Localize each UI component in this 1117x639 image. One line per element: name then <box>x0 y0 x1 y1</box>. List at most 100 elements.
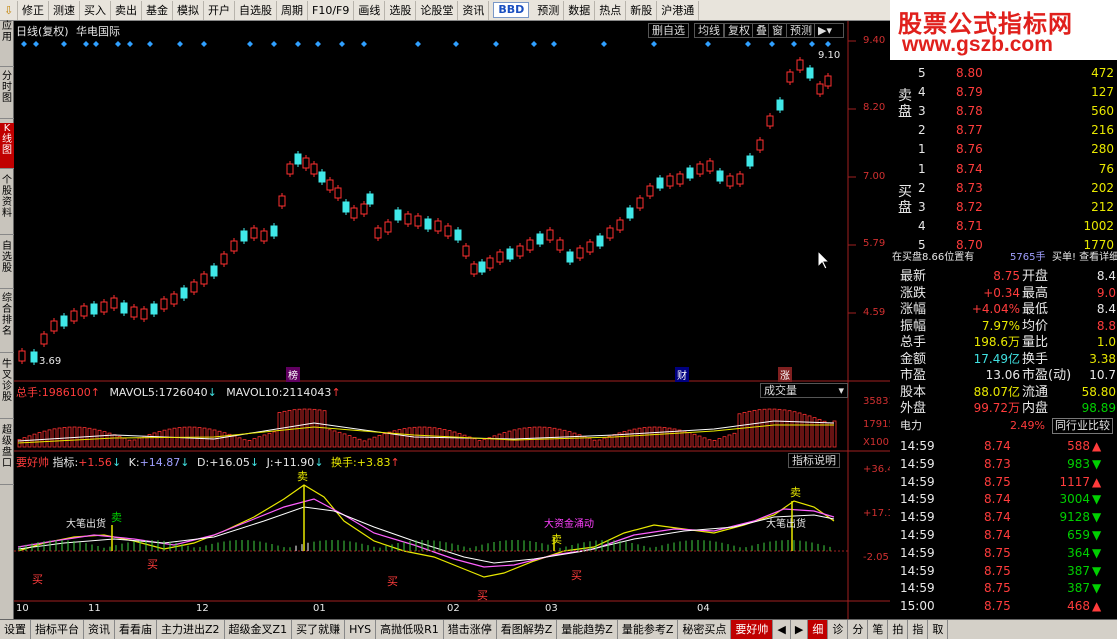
sell-level-5[interactable]: 5 8.80 472 <box>890 64 1117 83</box>
buy-level-2[interactable]: 2 8.73 202 <box>890 179 1117 198</box>
sell-level-4[interactable]: 4 8.79 127 <box>890 83 1117 102</box>
toolbar-item-buy[interactable]: 买入 <box>80 0 111 20</box>
bottom-tab[interactable]: 高抛低吸R1 <box>376 620 444 639</box>
sell-level-2[interactable]: 2 8.77 216 <box>890 121 1117 140</box>
window-button[interactable]: 窗 <box>768 23 787 38</box>
indicator-name[interactable]: 要好帅 <box>16 456 49 469</box>
bottom-tab[interactable]: 超级金叉Z1 <box>225 620 293 639</box>
tick-price: 8.75 <box>984 474 1011 489</box>
bottom-tab[interactable]: 看看庙 <box>115 620 157 639</box>
signal-diamond <box>651 41 657 47</box>
toolbar-item-news[interactable]: 资讯 <box>458 0 490 20</box>
level-number: 2 <box>918 123 926 137</box>
signal-diamond <box>809 41 815 47</box>
back-arrow-icon[interactable]: ⇩ <box>0 0 18 20</box>
toolbar-item-sell[interactable]: 卖出 <box>111 0 142 20</box>
stat-value: 8.4 <box>1096 269 1116 283</box>
indicator-help-button[interactable]: 指标说明 <box>788 453 840 468</box>
bottom-tab[interactable]: 细 <box>808 620 829 639</box>
left-tab-apps[interactable]: 应用 <box>0 21 14 67</box>
volume-header: 总手:1986100↑ MAVOL5:1726040↓ MAVOL10:2114… <box>16 384 341 400</box>
bottom-tab[interactable]: 指 <box>908 620 929 639</box>
bottom-tab[interactable]: 量能参考Z <box>618 620 679 639</box>
bottom-tab[interactable]: 指标平台 <box>31 620 84 639</box>
x-axis-label-01: 01 <box>313 603 326 614</box>
toolbar-item-data[interactable]: 数据 <box>564 0 596 20</box>
bottom-tab[interactable]: 分 <box>848 620 869 639</box>
bottom-tab[interactable]: 设置 <box>0 620 31 639</box>
volume-bar <box>477 440 482 448</box>
kline-chart-area[interactable]: 日线(复权) 华电国际 删自选 均线 复权 叠 窗 预测 ▶▾ 9.40 8.2… <box>14 21 900 619</box>
bottom-tab[interactable]: 看图解势Z <box>497 620 558 639</box>
toolbar-item-hk-connect[interactable]: 沪港通 <box>657 0 700 20</box>
toolbar-item-simulate[interactable]: 模拟 <box>173 0 204 20</box>
signal-diamond <box>201 41 207 47</box>
toolbar-item-hot[interactable]: 热点 <box>595 0 627 20</box>
industry-compare-button[interactable]: 同行业比较 <box>1052 418 1113 434</box>
kline-chart-canvas[interactable] <box>14 21 890 619</box>
marker-finance[interactable]: 财 <box>675 367 689 382</box>
remove-watch-button[interactable]: 删自选 <box>648 23 689 38</box>
toolbar-item-forecast[interactable]: 预测 <box>533 0 565 20</box>
volume-bar <box>402 428 407 448</box>
toolbar-item-bbd[interactable]: BBD <box>493 2 530 18</box>
toolbar-item-period[interactable]: 周期 <box>277 0 308 20</box>
bottom-tab[interactable]: 拍 <box>888 620 909 639</box>
toolbar-item-draw[interactable]: 画线 <box>354 0 386 20</box>
bottom-tab[interactable]: 要好帅 <box>731 620 774 639</box>
tab-scroll-left-icon[interactable]: ◀ <box>773 620 791 639</box>
volume-bar <box>62 427 67 448</box>
candle-body <box>414 215 422 227</box>
price-axis-1: 9.40 <box>863 35 886 46</box>
toolbar-item-forum[interactable]: 论股堂 <box>416 0 459 20</box>
candle-body <box>240 230 248 242</box>
toolbar-item-ipo[interactable]: 新股 <box>626 0 658 20</box>
marker-limit-up[interactable]: 涨 <box>778 367 792 382</box>
ma-button[interactable]: 均线 <box>694 23 724 38</box>
bottom-tab[interactable]: 买了就赚 <box>292 620 346 639</box>
bottom-tab[interactable]: 秘密买点 <box>678 620 732 639</box>
signal-sell-3: 卖 <box>551 533 562 546</box>
bottom-tab[interactable]: 量能趋势Z <box>557 620 618 639</box>
toolbar-item-pick-stock[interactable]: 选股 <box>385 0 417 20</box>
sell-level-3[interactable]: 3 8.78 560 <box>890 102 1117 121</box>
tick-time: 14:59 <box>900 563 935 578</box>
left-tab-ranking[interactable]: 综合排名 <box>0 293 14 353</box>
toolbar-item-open-account[interactable]: 开户 <box>204 0 235 20</box>
indicator-line-d <box>17 506 835 564</box>
down-arrow-icon: ↓ <box>111 456 122 469</box>
candle-body <box>250 227 258 239</box>
left-tab-level2[interactable]: 超级盘口 <box>0 425 14 485</box>
notice-detail-link[interactable]: 买单! 查看详细 <box>1052 250 1117 266</box>
left-tab-intraday[interactable]: 分时图 <box>0 71 14 119</box>
bottom-tab[interactable]: 笔 <box>868 620 889 639</box>
volume-indicator-select[interactable]: 成交量 ▾ <box>760 383 848 398</box>
adjust-button[interactable]: 复权 <box>724 23 754 38</box>
bottom-tab[interactable]: 资讯 <box>84 620 115 639</box>
toolbar-item-fix[interactable]: 修正 <box>18 0 49 20</box>
toolbar-item-speed[interactable]: 测速 <box>49 0 80 20</box>
marker-ranking[interactable]: 榜 <box>286 367 300 382</box>
left-tab-profile[interactable]: 个股资料 <box>0 175 14 235</box>
tab-scroll-right-icon[interactable]: ▶ <box>791 620 809 639</box>
sell-level-1[interactable]: 1 8.76 280 <box>890 140 1117 159</box>
bottom-tab[interactable]: 猎击涨停 <box>444 620 497 639</box>
bottom-tab[interactable]: HYS <box>345 620 377 639</box>
toolbar-item-fund[interactable]: 基金 <box>142 0 173 20</box>
forecast-button[interactable]: 预测 <box>786 23 816 38</box>
bottom-tab[interactable]: 主力进出Z2 <box>157 620 225 639</box>
toolbar-item-f10[interactable]: F10/F9 <box>308 0 355 20</box>
toolbar-item-watchlist[interactable]: 自选股 <box>235 0 277 20</box>
big-order-notice[interactable]: 在买盘8.66位置有 5765手 买单! 查看详细 <box>890 250 1117 266</box>
bottom-tab[interactable]: 诊 <box>828 620 849 639</box>
play-icon[interactable]: ▶▾ <box>814 23 844 38</box>
left-tab-diagnosis[interactable]: 牛叉诊股 <box>0 359 14 419</box>
buy-level-1[interactable]: 1 8.74 76 <box>890 160 1117 179</box>
left-tab-kline[interactable]: K线图 <box>0 123 14 169</box>
buy-level-3[interactable]: 3 8.72 212 <box>890 198 1117 217</box>
bottom-tab[interactable]: 取 <box>928 620 949 639</box>
buy-level-4[interactable]: 4 8.71 1002 <box>890 217 1117 236</box>
left-tab-watchlist[interactable]: 自选股 <box>0 241 14 289</box>
down-arrow-icon: ↓ <box>207 386 217 399</box>
volume-bar <box>692 433 697 448</box>
